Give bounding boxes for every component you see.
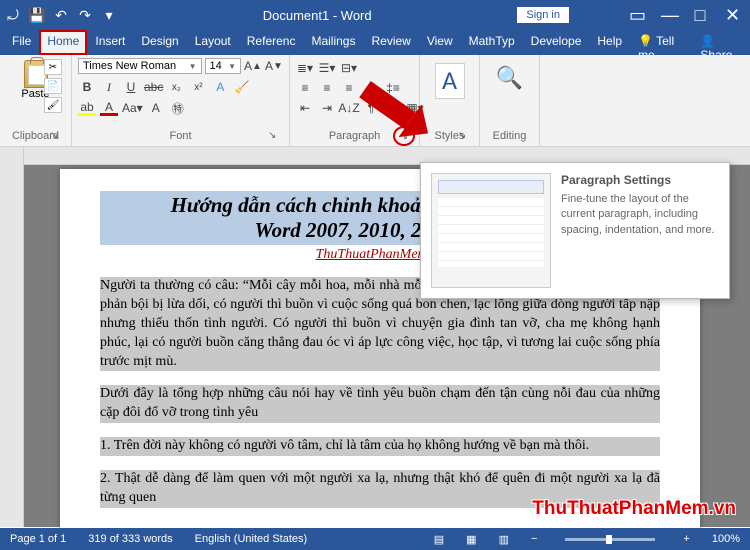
strikethrough-button[interactable]: abc (144, 78, 163, 96)
tab-file[interactable]: File (4, 30, 39, 55)
vertical-ruler[interactable] (0, 147, 24, 527)
copy-icon[interactable]: 📄 (44, 78, 62, 94)
format-painter-icon[interactable]: 🖌 (44, 97, 62, 113)
tab-design[interactable]: Design (133, 30, 186, 55)
sort-icon[interactable]: A↓Z (340, 99, 358, 117)
decrease-font-icon[interactable]: A▼ (265, 57, 283, 75)
superscript-button[interactable]: x² (189, 78, 207, 96)
change-case-button[interactable]: Aa▾ (122, 99, 143, 117)
text-effects-icon[interactable]: A (211, 78, 229, 96)
status-language[interactable]: English (United States) (195, 533, 308, 545)
paragraph-3[interactable]: 1. Trên đời này không có người vô tâm, c… (100, 437, 660, 456)
group-editing: 🔍 Editing (480, 55, 540, 146)
font-size-combo[interactable]: 14▼ (205, 58, 241, 74)
sign-in-button[interactable]: Sign in (517, 7, 569, 23)
close-icon[interactable]: ✕ (725, 5, 739, 26)
group-clipboard: Paste ✂ 📄 🖌 Clipboard↘ (0, 55, 72, 146)
tab-home[interactable]: Home (39, 30, 87, 55)
decrease-indent-icon[interactable]: ⇤ (296, 99, 314, 117)
view-print-layout-icon[interactable]: ▤ (434, 533, 444, 546)
ribbon-tabs: File Home Insert Design Layout Referenc … (0, 30, 750, 55)
save-icon[interactable]: 💾 (29, 7, 45, 23)
tell-me[interactable]: 💡 Tell me (630, 30, 692, 55)
styles-launcher[interactable]: ↘ (458, 130, 470, 142)
font-name-combo[interactable]: Times New Roman▼ (78, 58, 202, 74)
char-border-icon[interactable]: A (147, 99, 165, 117)
font-launcher[interactable]: ↘ (268, 130, 280, 142)
undo-icon[interactable]: ↶ (53, 7, 69, 23)
styles-gallery[interactable]: A (435, 63, 465, 99)
tab-insert[interactable]: Insert (87, 30, 133, 55)
italic-button[interactable]: I (100, 78, 118, 96)
status-wordcount[interactable]: 319 of 333 words (88, 533, 172, 545)
underline-button[interactable]: U (122, 78, 140, 96)
tooltip-body: Fine-tune the layout of the current para… (561, 192, 719, 238)
tab-developer[interactable]: Develope (523, 30, 590, 55)
tooltip-preview-icon (431, 173, 551, 288)
autosave-icon[interactable]: ⤾ (5, 7, 21, 23)
font-color-button[interactable]: A (100, 100, 118, 116)
cut-icon[interactable]: ✂ (44, 59, 62, 75)
redo-icon[interactable]: ↷ (77, 7, 93, 23)
qat-customize-icon[interactable]: ▾ (101, 7, 117, 23)
paragraph-settings-tooltip: Paragraph Settings Fine-tune the layout … (420, 162, 730, 299)
highlight-color-button[interactable]: ab (78, 100, 96, 116)
align-center-icon[interactable]: ≡ (318, 79, 336, 97)
tab-help[interactable]: Help (589, 30, 630, 55)
bold-button[interactable]: B (78, 78, 96, 96)
tab-layout[interactable]: Layout (187, 30, 239, 55)
view-web-layout-icon[interactable]: ▥ (499, 533, 509, 546)
increase-indent-icon[interactable]: ⇥ (318, 99, 336, 117)
group-font: Times New Roman▼ 14▼ A▲ A▼ B I U abc x₂ … (72, 55, 290, 146)
clipboard-launcher[interactable]: ↘ (50, 130, 62, 142)
tooltip-title: Paragraph Settings (561, 173, 719, 187)
bullets-icon[interactable]: ≣▾ (296, 59, 314, 77)
watermark: ThuThuatPhanMem.vn (532, 498, 736, 520)
share-button[interactable]: 👤 Share (692, 30, 750, 55)
ribbon-display-icon[interactable]: ▭ (629, 5, 643, 26)
numbering-icon[interactable]: ☰▾ (318, 59, 336, 77)
tab-view[interactable]: View (419, 30, 461, 55)
window-title: Document1 - Word (117, 8, 517, 23)
align-right-icon[interactable]: ≡ (340, 79, 358, 97)
title-bar: ⤾ 💾 ↶ ↷ ▾ Document1 - Word Sign in ▭ — □… (0, 0, 750, 30)
status-bar: Page 1 of 1 319 of 333 words English (Un… (0, 528, 750, 550)
increase-font-icon[interactable]: A▲ (244, 57, 262, 75)
subscript-button[interactable]: x₂ (167, 78, 185, 96)
zoom-out-icon[interactable]: − (531, 533, 537, 545)
clear-formatting-icon[interactable]: 🧹 (233, 78, 251, 96)
status-page[interactable]: Page 1 of 1 (10, 533, 66, 545)
view-read-mode-icon[interactable]: ▦ (466, 533, 476, 546)
zoom-in-icon[interactable]: + (683, 533, 689, 545)
multilevel-list-icon[interactable]: ⊟▾ (340, 59, 358, 77)
tab-mathtype[interactable]: MathTyp (461, 30, 523, 55)
align-left-icon[interactable]: ≡ (296, 79, 314, 97)
enclose-char-icon[interactable]: ㊕ (169, 99, 187, 117)
tab-references[interactable]: Referenc (239, 30, 304, 55)
tab-mailings[interactable]: Mailings (303, 30, 363, 55)
group-styles: A Styles↘ (420, 55, 480, 146)
zoom-level[interactable]: 100% (712, 533, 740, 545)
paragraph-2[interactable]: Dưới đây là tổng hợp những câu nói hay v… (100, 385, 660, 423)
find-icon[interactable]: 🔍 (486, 57, 533, 91)
tab-review[interactable]: Review (363, 30, 418, 55)
minimize-icon[interactable]: — (661, 5, 675, 26)
maximize-icon[interactable]: □ (693, 5, 707, 26)
zoom-slider[interactable] (565, 538, 655, 541)
